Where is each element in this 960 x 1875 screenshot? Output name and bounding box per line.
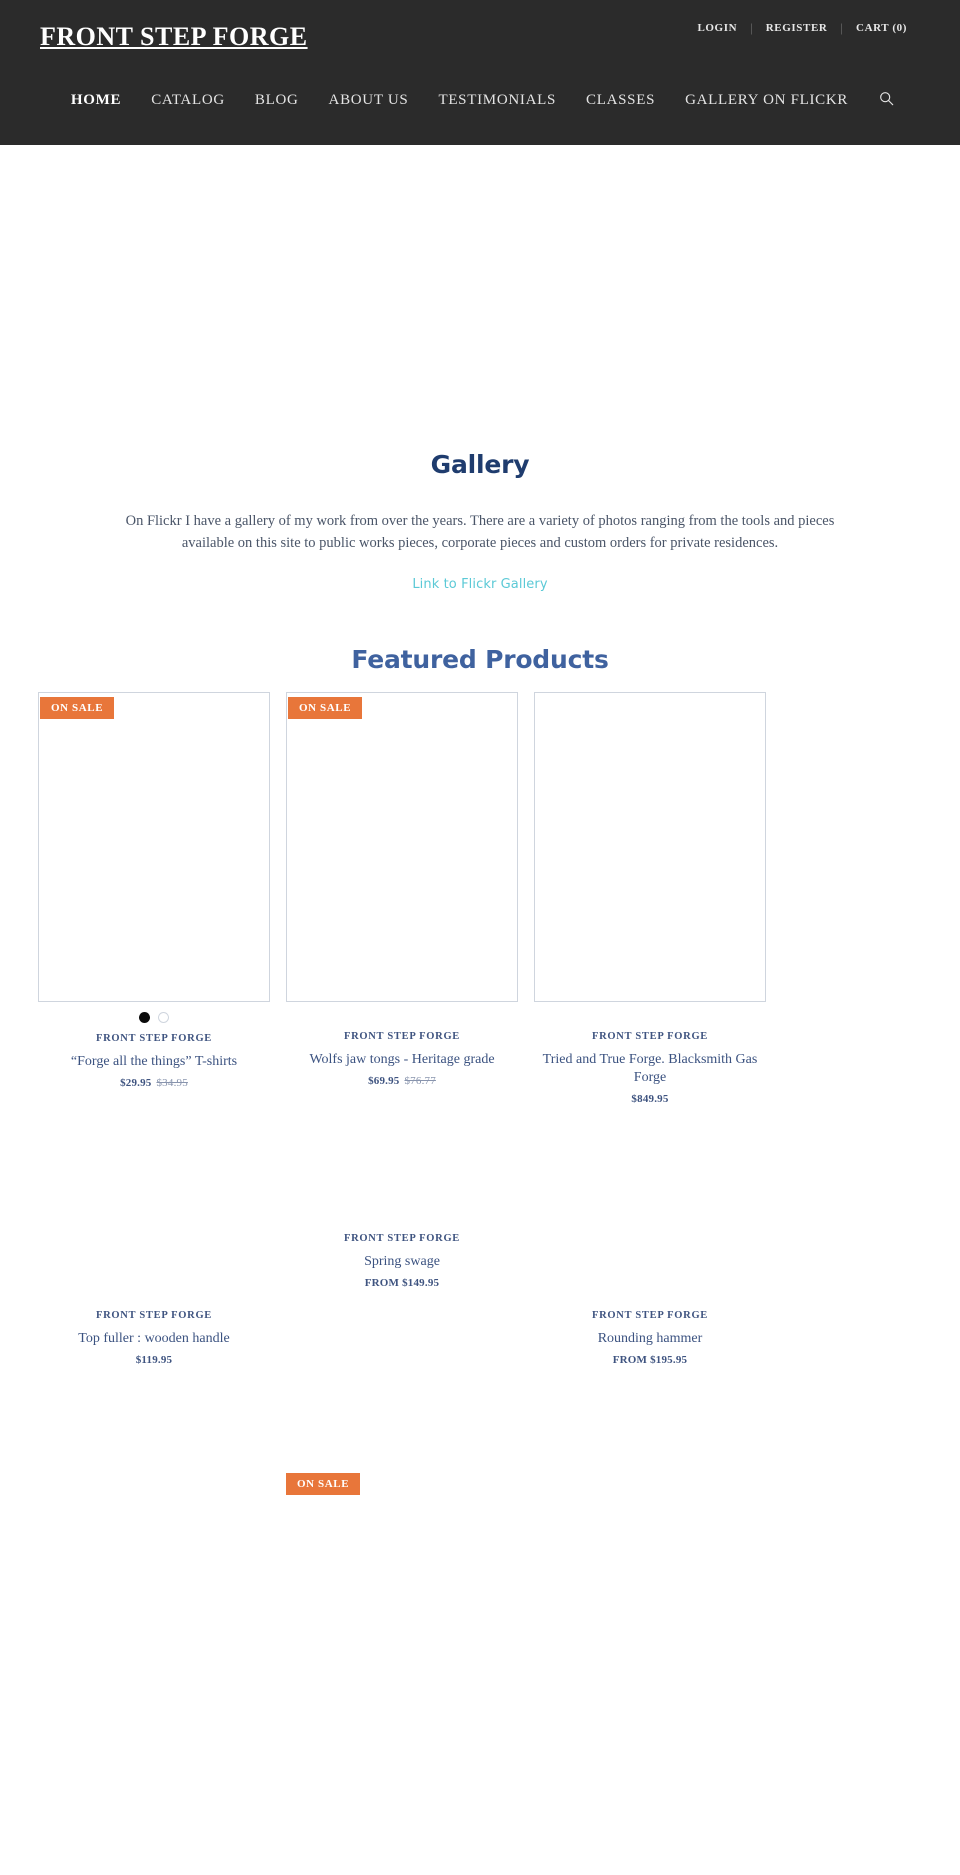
product-grid-row-2: FRONT STEP FORGE Top fuller : wooden han… bbox=[0, 1223, 960, 1473]
nav-item-gallery-on-flickr[interactable]: GALLERY ON FLICKR bbox=[670, 92, 863, 109]
price-current: FROM $195.95 bbox=[612, 1354, 688, 1367]
product-price: $29.95 $34.95 bbox=[38, 1077, 270, 1089]
product-price: $849.95 bbox=[534, 1093, 766, 1105]
register-link[interactable]: REGISTER bbox=[753, 22, 841, 34]
product-vendor: FRONT STEP FORGE bbox=[591, 1310, 709, 1322]
cart-link[interactable]: CART (0) bbox=[843, 22, 920, 34]
login-link[interactable]: LOGIN bbox=[684, 22, 750, 34]
product-vendor: FRONT STEP FORGE bbox=[95, 1032, 213, 1044]
swatch-black[interactable] bbox=[139, 1011, 150, 1023]
product-title-link[interactable]: Tried and True Forge. Blacksmith Gas For… bbox=[534, 1051, 766, 1087]
product-image-frame[interactable]: Tried and True Forge. Blacksmith Gas For… bbox=[534, 691, 766, 1002]
product-title-link[interactable]: “Forge all the things” T-shirts bbox=[38, 1053, 270, 1071]
product-info: FRONT STEP FORGE Tried and True Forge. B… bbox=[534, 1029, 766, 1105]
price-compare-at: $34.95 bbox=[156, 1076, 188, 1089]
site-logo[interactable]: FRONT STEP FORGE bbox=[40, 22, 308, 52]
nav-item-about-us[interactable]: ABOUT US bbox=[314, 92, 424, 109]
status-badge-on-sale: ON SALE bbox=[286, 1473, 361, 1496]
product-info: FRONT STEP FORGE Top fuller : wooden han… bbox=[38, 1308, 270, 1366]
product-title-link[interactable]: Spring swage bbox=[286, 1253, 518, 1271]
featured-products-heading: Featured Products bbox=[351, 644, 609, 674]
product-card[interactable]: Tried and True Forge. Blacksmith Gas For… bbox=[534, 691, 766, 1105]
price-current: $69.95 bbox=[368, 1074, 400, 1087]
gallery-heading: Gallery bbox=[430, 450, 530, 479]
product-info: FRONT STEP FORGE Wolfs jaw tongs - Herit… bbox=[286, 1029, 518, 1087]
price-current: $849.95 bbox=[631, 1093, 669, 1106]
product-card[interactable]: Wolfs jaw tongs - Heritage grade ON SALE… bbox=[286, 691, 518, 1087]
nav-item-blog[interactable]: BLOG bbox=[240, 92, 314, 109]
nav-item-classes[interactable]: CLASSES bbox=[571, 92, 670, 109]
price-current: $29.95 bbox=[120, 1076, 152, 1089]
product-info: FRONT STEP FORGE Spring swage FROM $149.… bbox=[286, 1231, 518, 1289]
product-title-link[interactable]: Wolfs jaw tongs - Heritage grade bbox=[286, 1051, 518, 1069]
product-price: FROM $195.95 bbox=[534, 1354, 766, 1366]
swatch-white[interactable] bbox=[158, 1011, 169, 1023]
product-info: FRONT STEP FORGE Rounding hammer FROM $1… bbox=[534, 1308, 766, 1366]
nav-item-home[interactable]: HOME bbox=[56, 92, 136, 109]
gallery-section: Gallery On Flickr I have a gallery of my… bbox=[0, 145, 960, 593]
nav-item-catalog[interactable]: CATALOG bbox=[136, 92, 240, 109]
account-links: LOGIN | REGISTER | CART (0) bbox=[684, 21, 920, 34]
product-price: $69.95 $76.77 bbox=[286, 1075, 518, 1087]
bottom-badge-row: ON SALE bbox=[0, 1473, 960, 1513]
product-price: FROM $149.95 bbox=[286, 1277, 518, 1289]
main-navigation: HOME CATALOG BLOG ABOUT US TESTIMONIALS … bbox=[0, 72, 960, 128]
product-price: $119.95 bbox=[38, 1354, 270, 1366]
product-vendor: FRONT STEP FORGE bbox=[95, 1310, 213, 1322]
product-image-frame[interactable]: "Forge all the things" T-shirts ON SALE bbox=[38, 691, 270, 1002]
featured-products-section: Featured Products "Forge all the things"… bbox=[0, 645, 960, 1513]
price-compare-at: $76.77 bbox=[404, 1074, 436, 1087]
nav-item-testimonials[interactable]: TESTIMONIALS bbox=[423, 92, 571, 109]
site-header: FRONT STEP FORGE LOGIN | REGISTER | CART… bbox=[0, 0, 960, 145]
header-top-bar: FRONT STEP FORGE LOGIN | REGISTER | CART… bbox=[0, 0, 960, 72]
product-info: FRONT STEP FORGE “Forge all the things” … bbox=[38, 1031, 270, 1089]
product-vendor: FRONT STEP FORGE bbox=[343, 1233, 461, 1245]
price-current: FROM $149.95 bbox=[364, 1277, 440, 1290]
price-current: $119.95 bbox=[135, 1354, 173, 1367]
product-title-link[interactable]: Top fuller : wooden handle bbox=[38, 1330, 270, 1348]
product-grid-row-1: "Forge all the things" T-shirts ON SALE … bbox=[0, 691, 960, 1105]
status-badge-on-sale: ON SALE bbox=[40, 696, 115, 720]
search-button[interactable] bbox=[863, 91, 904, 109]
gallery-description: On Flickr I have a gallery of my work fr… bbox=[125, 513, 835, 552]
search-icon bbox=[879, 91, 894, 109]
product-card[interactable]: "Forge all the things" T-shirts ON SALE … bbox=[38, 691, 270, 1089]
product-vendor: FRONT STEP FORGE bbox=[343, 1030, 461, 1042]
flickr-gallery-link[interactable]: Link to Flickr Gallery bbox=[412, 577, 547, 592]
product-image-frame[interactable]: Wolfs jaw tongs - Heritage grade ON SALE bbox=[286, 691, 518, 1002]
product-title-link[interactable]: Rounding hammer bbox=[534, 1330, 766, 1348]
color-swatches bbox=[38, 1011, 270, 1023]
product-vendor: FRONT STEP FORGE bbox=[591, 1030, 709, 1042]
status-badge-on-sale: ON SALE bbox=[288, 696, 363, 720]
